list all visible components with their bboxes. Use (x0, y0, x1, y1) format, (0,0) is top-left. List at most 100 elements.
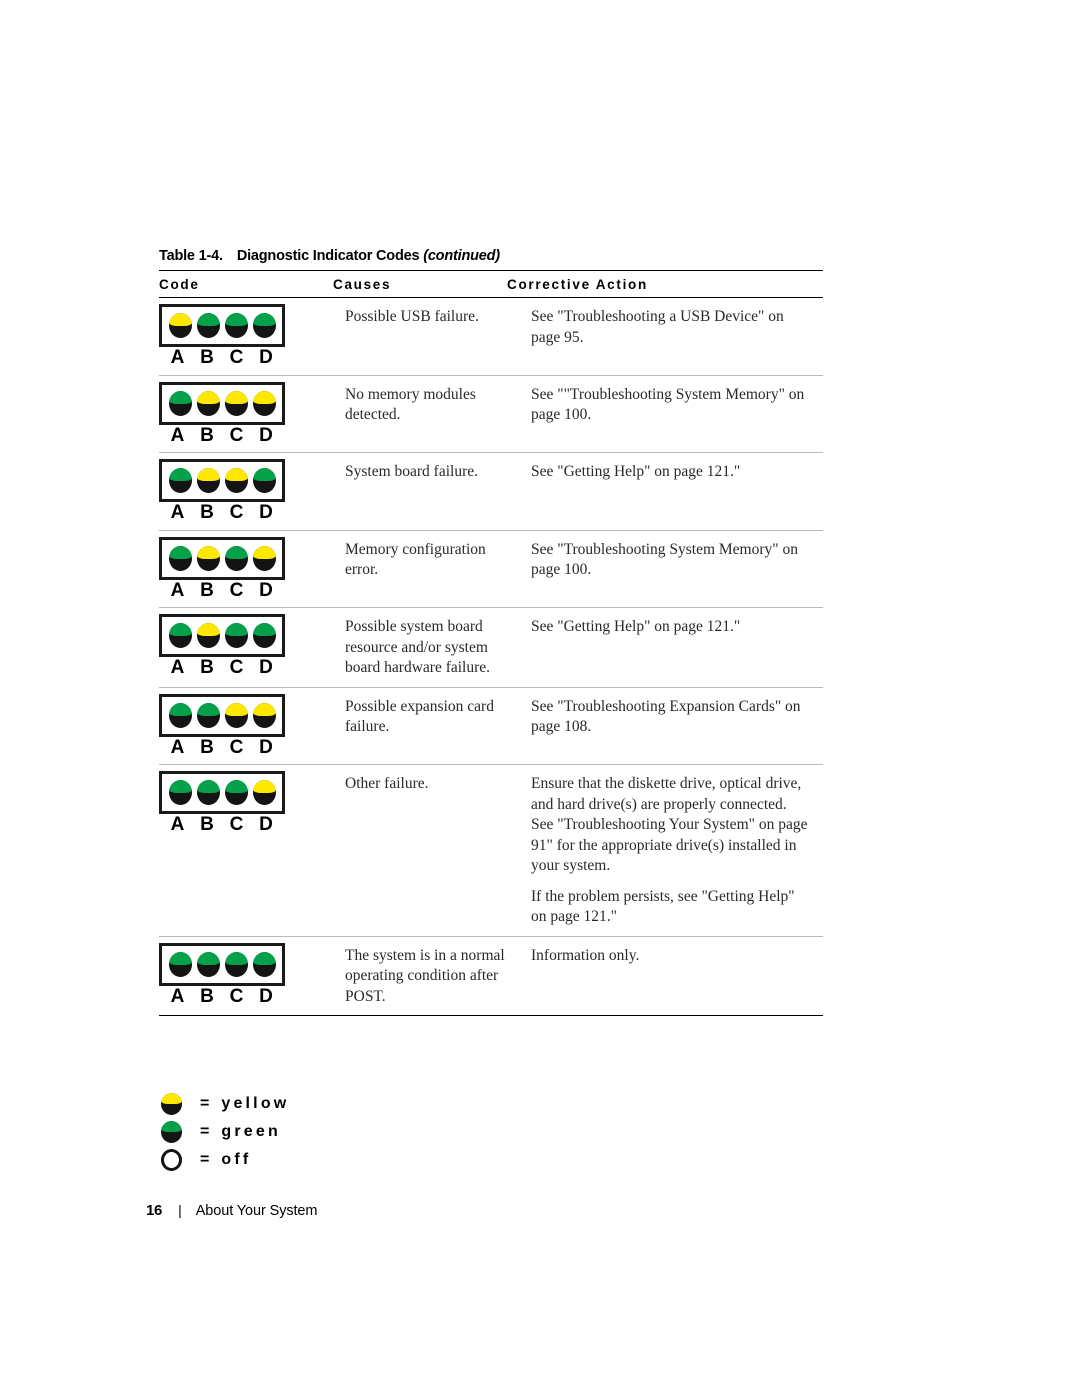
led-d-yellow-icon (252, 780, 276, 805)
footer-page-number: 16 (146, 1202, 163, 1219)
footer-separator: | (178, 1202, 182, 1218)
cause-cell: Possible USB failure. (345, 308, 479, 325)
led-labels: A B C D (159, 347, 285, 369)
legend-item-off: = off (159, 1146, 559, 1174)
led-indicator-block: A B C D (159, 459, 289, 524)
led-label-a: A (170, 736, 185, 758)
led-indicator-block: A B C D (159, 536, 289, 602)
led-d-yellow-icon (252, 390, 276, 416)
led-b-green-icon (196, 780, 220, 805)
led-a-green-icon (168, 468, 192, 493)
code-cell: A B C D (159, 608, 345, 685)
led-d-green-icon (252, 468, 276, 493)
action-paragraph: Ensure that the diskette drive, optical … (531, 775, 808, 874)
led-label-c: C (229, 736, 244, 758)
led-b-green-icon (196, 951, 220, 977)
table-row: A B C D Other failure. Ensure that the d… (159, 765, 823, 936)
table-row: A B C D System board failure. See "Getti… (159, 453, 823, 530)
led-label-d: D (259, 347, 274, 368)
led-label-a: A (170, 657, 185, 678)
led-indicator-block: A B C D (159, 614, 289, 679)
led-label-a: A (170, 579, 185, 601)
legend-item-yellow: = yellow (159, 1090, 559, 1118)
led-box (159, 771, 285, 814)
led-d-green-icon (252, 623, 276, 648)
led-b-yellow-icon (196, 390, 220, 416)
table-row: A B C D Possible system board resource a… (159, 608, 823, 687)
table-bottom-rule (159, 1015, 823, 1016)
cause-cell: Possible expansion card failure. (345, 697, 494, 736)
led-b-yellow-icon (196, 623, 220, 648)
table-row: A B C D Memory configuration error. See … (159, 531, 823, 608)
code-cell: A B C D (159, 765, 345, 842)
legend-equals-sign: = (200, 1095, 210, 1112)
led-c-green-icon (224, 313, 248, 338)
action-paragraph: See "Troubleshooting Expansion Cards" on… (531, 697, 801, 736)
led-a-green-icon (168, 702, 192, 728)
column-header-corrective-action: Corrective Action (507, 277, 648, 292)
led-labels: A B C D (159, 502, 285, 524)
cause-cell: Other failure. (345, 775, 429, 792)
led-label-a: A (170, 424, 185, 446)
led-label-b: B (200, 736, 215, 758)
action-cell: See "Troubleshooting System Memory" on p… (531, 531, 823, 589)
led-labels: A B C D (159, 580, 285, 602)
led-a-green-icon (168, 623, 192, 648)
led-a-yellow-icon (168, 313, 192, 338)
table-row: A B C D No memory modules detected. See … (159, 376, 823, 453)
action-paragraph: See "Getting Help" on page 121." (531, 463, 741, 480)
action-paragraph: See "Troubleshooting a USB Device" on pa… (531, 308, 784, 346)
led-label-c: C (229, 347, 244, 368)
led-box (159, 942, 285, 986)
legend-label-yellow: yellow (221, 1095, 290, 1112)
led-labels: A B C D (159, 986, 285, 1008)
led-label-a: A (170, 502, 185, 523)
led-label-b: B (200, 985, 215, 1007)
led-label-d: D (259, 424, 274, 446)
code-cell: A B C D (159, 376, 345, 453)
led-box (159, 536, 285, 580)
led-c-green-icon (224, 951, 248, 977)
led-color-legend: = yellow = green = off (159, 1090, 559, 1174)
led-d-yellow-icon (252, 702, 276, 728)
led-label-c: C (229, 657, 244, 678)
led-indicator-block: A B C D (159, 693, 289, 759)
led-box (159, 614, 285, 657)
action-paragraph: See "Getting Help" on page 121." (531, 618, 741, 635)
led-label-d: D (259, 502, 274, 523)
table-caption-title: Diagnostic Indicator Codes (236, 248, 420, 264)
table-caption-continued: (continued) (423, 248, 500, 264)
cause-cell: No memory modules detected. (345, 385, 476, 424)
led-label-a: A (170, 347, 185, 368)
led-label-d: D (259, 579, 274, 601)
led-d-yellow-icon (252, 545, 276, 571)
led-box (159, 693, 285, 737)
legend-off-led-icon (161, 1149, 182, 1171)
led-indicator-block: A B C D (159, 381, 289, 447)
led-label-d: D (259, 657, 274, 678)
led-label-c: C (229, 814, 244, 835)
led-c-green-icon (224, 780, 248, 805)
led-labels: A B C D (159, 425, 285, 447)
led-label-b: B (200, 502, 215, 523)
led-indicator-block: A B C D (159, 771, 289, 836)
action-paragraph: If the problem persists, see "Getting He… (531, 887, 795, 926)
led-d-green-icon (252, 951, 276, 977)
led-c-yellow-icon (224, 390, 248, 416)
led-c-yellow-icon (224, 468, 248, 493)
led-label-b: B (200, 579, 215, 601)
led-label-c: C (229, 502, 244, 523)
led-label-d: D (259, 985, 274, 1007)
code-cell: A B C D (159, 298, 345, 375)
legend-equals-sign: = (200, 1151, 210, 1168)
led-a-green-icon (168, 951, 192, 977)
led-b-yellow-icon (196, 545, 220, 571)
led-d-green-icon (252, 313, 276, 338)
action-cell: See "Getting Help" on page 121." (531, 453, 823, 491)
led-b-yellow-icon (196, 468, 220, 493)
cause-cell: Possible system board resource and/or sy… (345, 618, 491, 676)
led-label-b: B (200, 814, 215, 835)
led-box (159, 459, 285, 502)
diagnostic-indicator-codes-table: Code Causes Corrective Action A B C D Po… (159, 270, 823, 1016)
code-cell: A B C D (159, 688, 345, 765)
